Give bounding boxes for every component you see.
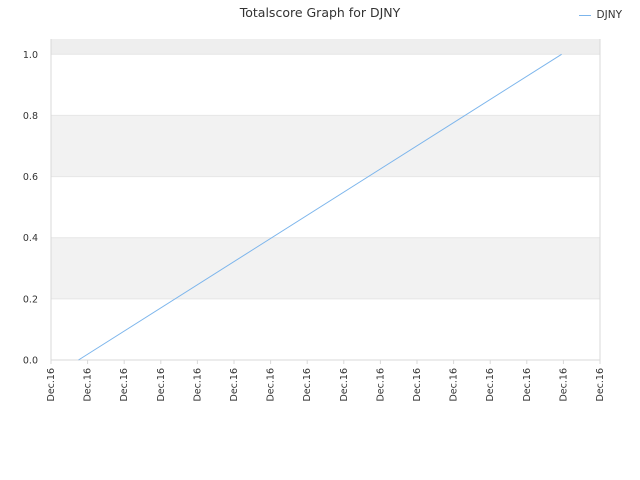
x-tick-label: Dec.16 <box>192 368 203 402</box>
x-tick-labels: Dec.16 Dec.16 Dec.16 Dec.16 Dec.16 Dec.16 Dec.… <box>46 360 606 402</box>
plot-band <box>51 298 600 360</box>
x-tick-label: Dec.16 <box>375 368 386 402</box>
x-tick-label: Dec.16 <box>485 368 496 402</box>
x-tick-label: Dec.16 <box>229 368 240 402</box>
x-tick-label: Dec.16 <box>119 368 130 402</box>
y-tick-label: 0.2 <box>23 294 38 305</box>
plot-band <box>51 115 600 177</box>
plot-band <box>51 54 600 116</box>
x-tick-label: Dec.16 <box>595 368 606 402</box>
y-tick-labels: 0.0 0.2 0.4 0.6 0.8 1.0 <box>23 50 38 367</box>
y-tick-label: 1.0 <box>23 50 38 61</box>
y-tick-label: 0.8 <box>23 111 38 122</box>
y-tick-label: 0.0 <box>23 356 38 367</box>
x-tick-label: Dec.16 <box>46 368 57 402</box>
plot-band <box>51 237 600 299</box>
x-tick-label: Dec.16 <box>339 368 350 402</box>
plot-area: 0.00.20.40.60.81.0 Dec.16 Dec.16 Dec.16 Dec… <box>23 39 606 402</box>
x-tick-label: Dec.16 <box>412 368 423 402</box>
x-tick-label: Dec.16 <box>449 368 460 402</box>
plot-bands <box>51 39 600 360</box>
y-tick-label: 0.4 <box>23 233 38 244</box>
plot-band <box>51 176 600 238</box>
x-tick-label: Dec.16 <box>302 368 313 402</box>
x-tick-label: Dec.16 <box>522 368 533 402</box>
chart: Totalscore Graph for DJNY DJNY 0.0 0.2 0.4… <box>0 0 640 480</box>
y-tick-label: 0.6 <box>23 172 38 183</box>
plot-band-top <box>51 39 600 55</box>
x-tick-label: Dec.16 <box>266 368 277 402</box>
x-tick-label: Dec.16 <box>156 368 167 402</box>
x-tick-label: Dec.16 <box>83 368 94 402</box>
x-tick-label: Dec.16 <box>558 368 569 402</box>
